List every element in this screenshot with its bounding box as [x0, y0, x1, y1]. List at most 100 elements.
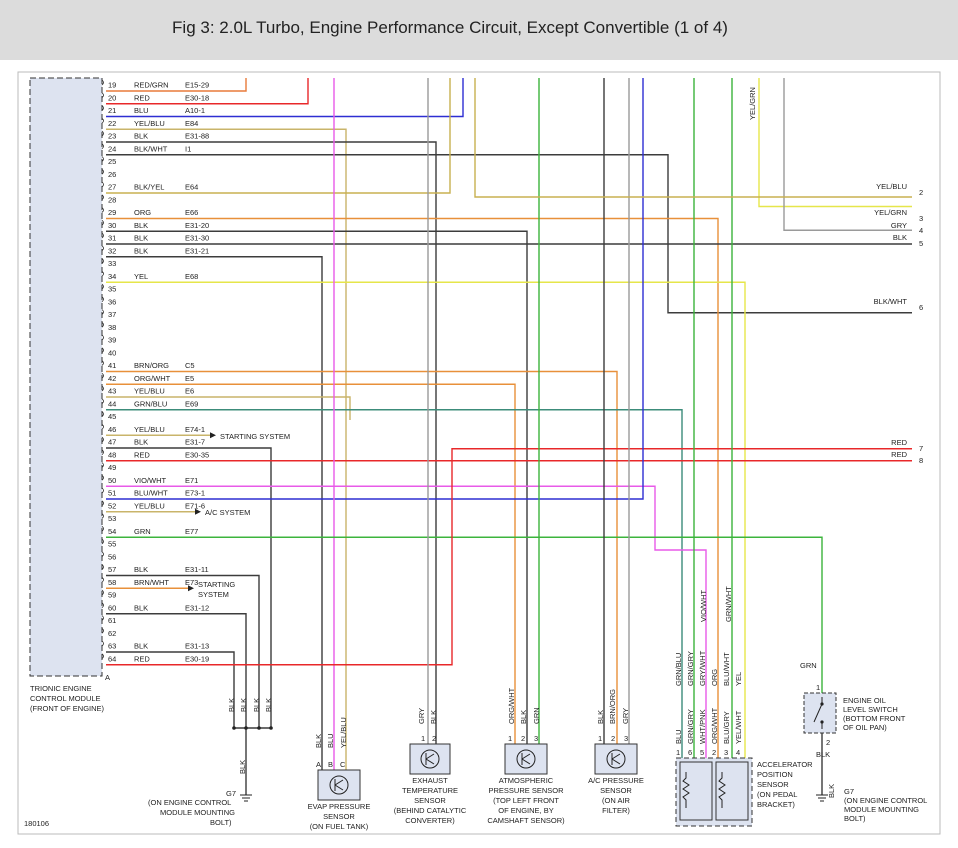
ground-junction-dot — [232, 726, 236, 730]
wire-pin-19 — [106, 78, 247, 92]
ground-left-id: G7 — [226, 789, 236, 798]
pin-wire-ref: E73 — [185, 578, 198, 587]
ac-pin-3: 3 — [624, 734, 628, 743]
pin-wire-color: YEL/BLU — [134, 425, 165, 434]
ac-wire-1: BLK — [596, 710, 605, 724]
right-num-4: 4 — [919, 226, 923, 235]
oil-ground-wire: BLK — [827, 784, 836, 798]
wire-pin-48-a — [106, 448, 912, 462]
wire-pin-30 — [106, 230, 528, 744]
pin-number: 37 — [108, 310, 116, 319]
pin-wire-ref: E77 — [185, 527, 198, 536]
atm-wire-2: BLK — [519, 710, 528, 724]
oil-label-2: LEVEL SWITCH — [843, 705, 898, 714]
accel-lower-wire-3: WHT/PNK — [698, 709, 707, 744]
exhaust-pin-1: 1 — [421, 734, 425, 743]
pin-wire-ref: E31-20 — [185, 221, 209, 230]
atm-pin-3: 3 — [534, 734, 538, 743]
accel-lower-wire-4: ORG/WHT — [710, 707, 719, 744]
figure-id: 180106 — [24, 819, 49, 828]
oil-ground-desc-2: MODULE MOUNTING — [844, 805, 919, 814]
oil-ground-id: G7 — [844, 787, 854, 796]
pin-number: 61 — [108, 616, 116, 625]
pin-wire-ref: E6 — [185, 387, 194, 396]
figure-title: Fig 3: 2.0L Turbo, Engine Performance Ci… — [172, 18, 728, 37]
atmospheric-pressure-sensor: 1 2 3 ORG/WHT BLK GRN ATMOSPHERIC PRESSU… — [487, 687, 565, 825]
pin-number: 51 — [108, 489, 116, 498]
pin-number: 32 — [108, 246, 116, 255]
accel-upper-wire-2: GRN/GRY — [686, 651, 695, 686]
ac-label-4: FILTER) — [602, 806, 630, 815]
arrow-starting-system-2-label-2: SYSTEM — [198, 590, 229, 599]
evap-wire-2: BLU — [326, 733, 335, 748]
oil-switch-dot-bottom — [820, 720, 824, 724]
pin-number: 62 — [108, 629, 116, 638]
pin-number: 57 — [108, 565, 116, 574]
pin-number: 25 — [108, 157, 116, 166]
pin-wire-color: BLK/WHT — [134, 144, 168, 153]
accel-lower-wire-6: YEL/WHT — [734, 710, 743, 744]
arrow-starting-system-2-label-1: STARTING — [198, 580, 235, 589]
pin-wire-color: ORG/WHT — [134, 374, 171, 383]
evap-label-1: EVAP PRESSURE — [308, 802, 371, 811]
ground-main-wire-label: BLK — [238, 760, 247, 774]
pin-number: 52 — [108, 501, 116, 510]
oil-label-1: ENGINE OIL — [843, 696, 886, 705]
pin-wire-ref: A10-1 — [185, 106, 205, 115]
right-num-5: 5 — [919, 239, 923, 248]
pin-wire-color: YEL — [134, 272, 148, 281]
pin-number: 24 — [108, 144, 116, 153]
ac-label-3: (ON AIR — [602, 796, 631, 805]
pin-number: 46 — [108, 425, 116, 434]
ac-label-1: A/C PRESSURE — [588, 776, 644, 785]
accel-label-1: ACCELERATOR — [757, 760, 813, 769]
pin-wire-color: GRN/BLU — [134, 399, 167, 408]
exhaust-temp-sensor: 1 2 GRY BLK EXHAUST TEMPERATURE SENSOR (… — [394, 708, 467, 825]
pin-wire-ref: E84 — [185, 119, 198, 128]
accel-pin-5: 5 — [700, 748, 704, 757]
ground-left-desc-3: BOLT) — [210, 818, 232, 827]
pin-number: 28 — [108, 195, 116, 204]
accel-pin-2: 2 — [712, 748, 716, 757]
atm-label-4: OF ENGINE, BY — [498, 806, 553, 815]
oil-label-4: OF OIL PAN) — [843, 723, 887, 732]
accel-upper-wire-3: GRY/WHT — [698, 650, 707, 686]
accel-lower-wire-2: GRN/GRY — [686, 709, 695, 744]
exhaust-label-5: CONVERTER) — [405, 816, 455, 825]
arrow-starting-system — [210, 432, 216, 439]
evap-pin-a: A — [316, 760, 321, 769]
evap-wire-1: BLK — [314, 734, 323, 748]
atm-label-2: PRESSURE SENSOR — [488, 786, 564, 795]
ecm-label-1: TRIONIC ENGINE — [30, 684, 92, 693]
pin-number: 60 — [108, 603, 116, 612]
pin-number: 63 — [108, 642, 116, 651]
atm-label-3: (TOP LEFT FRONT — [493, 796, 559, 805]
ac-pin-1: 1 — [598, 734, 602, 743]
pin-wire-ref: C5 — [185, 361, 195, 370]
pin-number: 30 — [108, 221, 116, 230]
title-bar: Fig 3: 2.0L Turbo, Engine Performance Ci… — [0, 0, 958, 60]
pin-number: 35 — [108, 285, 116, 294]
right-wire-label-5: BLK — [893, 233, 907, 242]
pin-number: 43 — [108, 387, 116, 396]
pin-wire-ref: E31-30 — [185, 234, 209, 243]
ecm-box — [29, 77, 103, 677]
pin-wire-ref: E64 — [185, 183, 198, 192]
right-wire-label-7: RED — [891, 438, 907, 447]
ac-sensor-box — [594, 743, 638, 775]
exhaust-wire-1: GRY — [417, 708, 426, 724]
exhaust-sensor-box — [409, 743, 451, 775]
evap-wire-3: YEL/BLU — [339, 717, 348, 748]
pin-number: 59 — [108, 591, 116, 600]
ground-wire-label-3: BLK — [252, 698, 261, 712]
pin-number: 45 — [108, 412, 116, 421]
exhaust-wire-2: BLK — [429, 710, 438, 724]
pin-wire-color: BLK — [134, 603, 148, 612]
ground-junction-dot — [257, 726, 261, 730]
pin-wire-color: RED/GRN — [134, 81, 169, 90]
right-wire-label-2: YEL/BLU — [876, 182, 907, 191]
right-num-2: 2 — [919, 188, 923, 197]
ground-wire-label-2: BLK — [239, 698, 248, 712]
pin-number: 34 — [108, 272, 116, 281]
right-num-3: 3 — [919, 214, 923, 223]
